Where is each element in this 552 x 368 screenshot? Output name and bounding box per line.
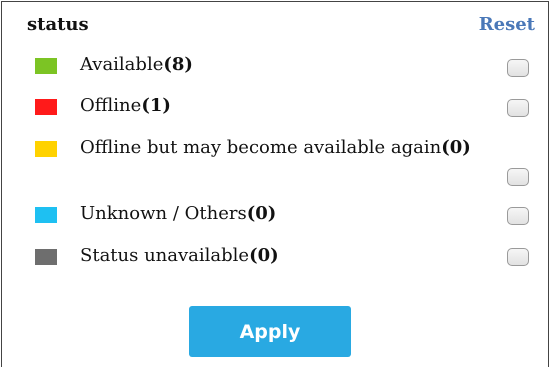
status-label: Offline but may become available again(0…	[80, 137, 471, 158]
status-color-swatch	[35, 207, 57, 223]
status-count: (0)	[441, 137, 471, 158]
status-name: Offline	[80, 95, 142, 116]
status-label: Offline(1)	[80, 95, 171, 116]
panel-title: status	[27, 14, 89, 35]
status-row-offline: Offline(1)	[2, 95, 548, 125]
status-row-unavailable: Status unavailable(0)	[2, 245, 548, 275]
status-filter-panel: status Reset Available(8) Offline(1) Off…	[1, 1, 549, 367]
status-checkbox-offline-may-return[interactable]	[507, 168, 529, 186]
status-checkbox-unknown[interactable]	[507, 207, 529, 225]
status-label: Available(8)	[80, 54, 193, 75]
status-count: (0)	[246, 203, 277, 224]
status-color-swatch	[35, 141, 57, 157]
status-row-unknown: Unknown / Others(0)	[2, 203, 548, 233]
status-label: Unknown / Others(0)	[80, 203, 276, 224]
status-row-offline-may-return: Offline but may become available again(0…	[2, 137, 548, 167]
apply-button[interactable]: Apply	[189, 306, 351, 357]
status-count: (0)	[249, 245, 279, 266]
status-color-swatch	[35, 249, 57, 265]
status-count: (8)	[163, 54, 193, 75]
status-label: Status unavailable(0)	[80, 245, 279, 266]
status-checkbox-available[interactable]	[507, 59, 529, 77]
status-row-available: Available(8)	[2, 54, 548, 84]
status-checkbox-offline[interactable]	[507, 99, 529, 117]
status-color-swatch	[35, 99, 57, 115]
status-name: Offline but may become available again	[80, 137, 442, 158]
status-checkbox-unavailable[interactable]	[507, 248, 529, 266]
status-name: Status unavailable	[80, 245, 250, 266]
status-count: (1)	[141, 95, 171, 116]
status-color-swatch	[35, 58, 57, 74]
status-name: Unknown / Others	[80, 203, 247, 224]
status-name: Available	[80, 54, 164, 75]
reset-link[interactable]: Reset	[479, 14, 535, 35]
